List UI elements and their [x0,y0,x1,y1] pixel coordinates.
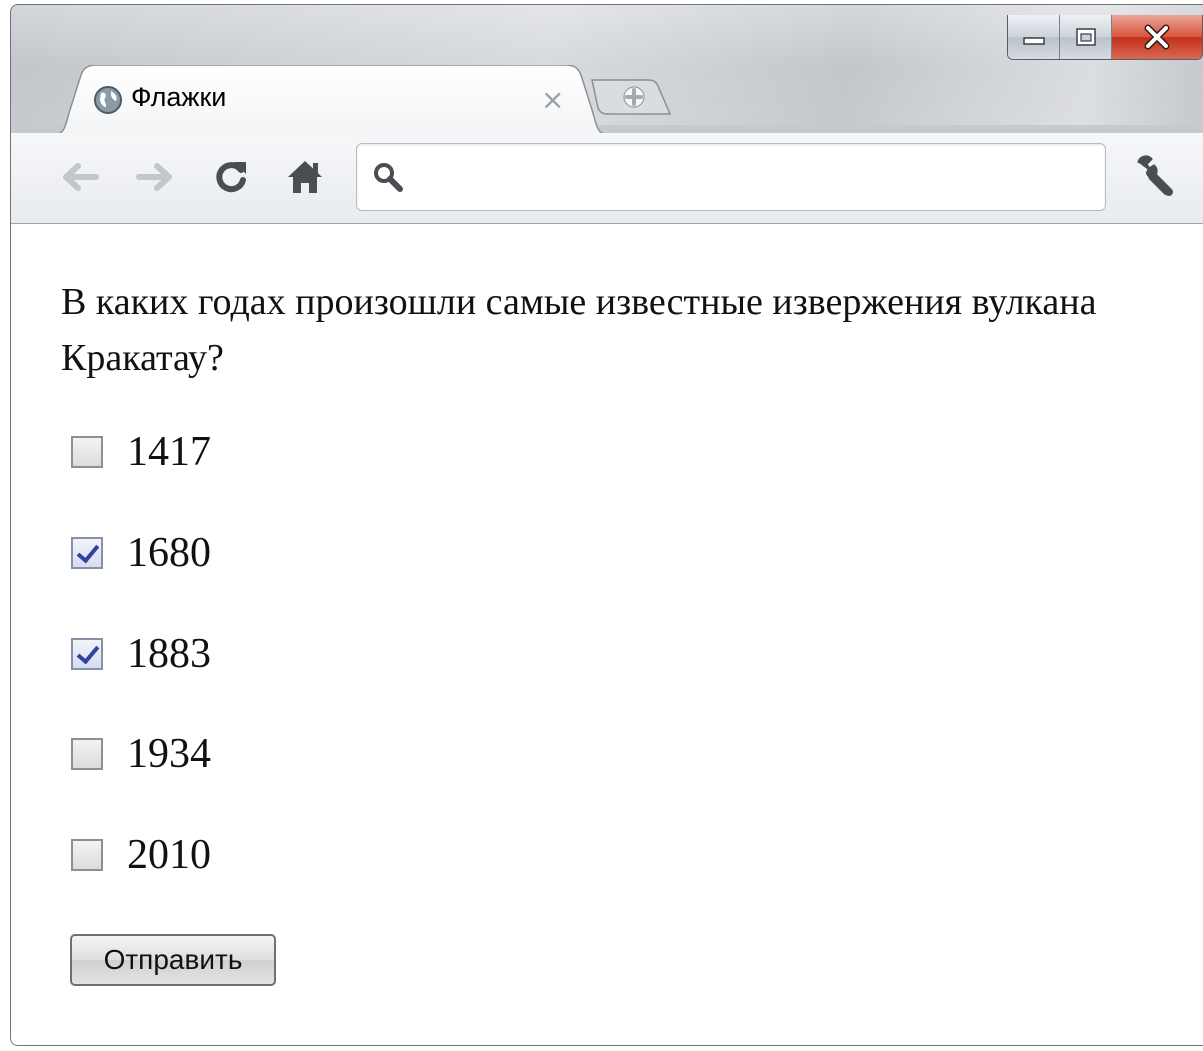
checkbox-1934[interactable] [71,738,103,770]
submit-button[interactable]: Отправить [70,934,276,986]
new-tab-button[interactable] [586,78,672,116]
home-button[interactable] [281,153,329,201]
search-icon [374,163,403,192]
browser-window: Флажки × В каких годах произошли самые и… [10,4,1203,1046]
option-label: 2010 [127,832,211,878]
close-icon [1144,24,1170,50]
forward-arrow-icon [136,163,172,191]
checkbox-1883[interactable] [71,638,103,670]
tab-title: Флажки [131,82,227,112]
option-label: 1883 [127,631,211,677]
option-label: 1417 [127,429,211,475]
omnibox[interactable] [356,143,1106,211]
checkbox-1680[interactable] [71,537,103,569]
option-1417[interactable]: 1417 [71,427,211,477]
home-icon [288,161,322,193]
tab-active[interactable]: Флажки × [51,65,611,135]
window-controls [1007,15,1203,60]
tab-close-button[interactable]: × [541,83,564,116]
reload-icon [216,162,246,193]
option-1680[interactable]: 1680 [71,528,211,578]
question-text: В каких годах произошли самые известные … [61,281,1097,379]
option-label: 1934 [127,731,211,777]
checkbox-1417[interactable] [71,436,103,468]
option-1934[interactable]: 1934 [71,729,211,779]
wrench-icon [1137,155,1173,196]
option-1883[interactable]: 1883 [71,629,211,679]
menu-button[interactable] [1131,153,1177,203]
page-content: В каких годах произошли самые известные … [11,224,1203,1045]
close-window-button[interactable] [1112,15,1202,59]
address-input[interactable] [423,154,1087,202]
forward-button[interactable] [131,153,179,201]
minimize-icon [1022,37,1045,45]
back-arrow-icon [63,163,99,191]
minimize-button[interactable] [1008,15,1060,59]
back-button[interactable] [56,153,104,201]
option-2010[interactable]: 2010 [71,830,211,880]
globe-icon [94,86,122,114]
option-label: 1680 [127,530,211,576]
plus-icon [623,86,645,108]
maximize-icon [1075,28,1096,46]
reload-button[interactable] [207,153,255,201]
checkbox-2010[interactable] [71,839,103,871]
toolbar [11,133,1203,224]
maximize-button[interactable] [1060,15,1112,59]
